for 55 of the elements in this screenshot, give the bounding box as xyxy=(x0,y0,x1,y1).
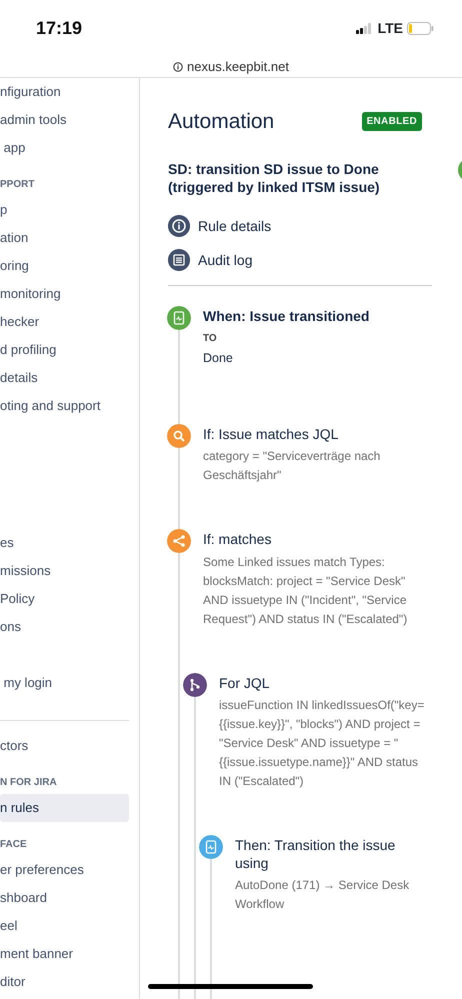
sidebar-item[interactable]: ons xyxy=(0,613,129,641)
section-heading: FACE xyxy=(0,838,28,852)
sidebar-item[interactable]: Policy xyxy=(0,585,129,613)
sidebar-item[interactable]: hecker xyxy=(0,308,129,336)
battery-icon xyxy=(407,22,434,34)
document-icon xyxy=(167,306,191,330)
sidebar-item[interactable]: ment banner xyxy=(0,940,129,968)
step-description: AutoDone (171) → Service Desk Workflow xyxy=(235,877,410,914)
section-heading: PPORT xyxy=(0,178,36,192)
sidebar-item[interactable]: d profiling xyxy=(0,336,129,364)
clock-time: 17:19 xyxy=(36,16,82,40)
network-type: LTE xyxy=(378,18,403,38)
sidebar-item[interactable]: ation xyxy=(0,224,129,252)
section-heading: N FOR JIRA xyxy=(0,776,58,790)
sidebar-item[interactable]: eel xyxy=(0,912,129,940)
rule-name: SD: transition SD issue to Done (triggered by linked ITSM issue) xyxy=(168,160,381,198)
sidebar-item[interactable]: oring xyxy=(0,252,129,280)
step-title: If: matches xyxy=(203,530,272,549)
page-title: Automation xyxy=(168,109,274,135)
info-icon xyxy=(168,215,190,238)
field-value: Done xyxy=(203,350,234,368)
sidebar-item[interactable]: details xyxy=(0,364,129,392)
step-title: Then: Transition the issue using xyxy=(235,836,396,872)
sidebar-item[interactable]: app xyxy=(0,134,129,162)
field-label: TO xyxy=(203,332,218,346)
signal-icon xyxy=(356,22,374,34)
list-icon xyxy=(168,249,190,272)
sidebar-item[interactable]: shboard xyxy=(0,884,129,912)
sidebar-item[interactable]: monitoring xyxy=(0,280,129,308)
sidebar-item[interactable]: p xyxy=(0,196,129,224)
sidebar-item[interactable]: es xyxy=(0,529,129,557)
sidebar-item[interactable]: oting and support xyxy=(0,392,129,420)
audit-log-link[interactable]: Audit log xyxy=(168,247,432,274)
rule-details-link[interactable]: Rule details xyxy=(168,213,432,240)
status-badge: ENABLED xyxy=(362,112,422,132)
search-icon xyxy=(167,424,191,448)
document-icon xyxy=(199,834,223,859)
step-description: Some Linked issues match Types: blocksMatch: project = "Service Desk" AND issuetype IN ("Incident", "Service Request") AND status IN ("Escalated") xyxy=(203,554,408,628)
step-title: For JQL xyxy=(219,674,271,692)
sidebar-item[interactable]: ctors xyxy=(0,732,129,760)
step-title: If: Issue matches JQL xyxy=(203,425,340,444)
sidebar-item[interactable]: nfiguration xyxy=(0,78,129,106)
sidebar-item[interactable]: admin tools xyxy=(0,106,129,134)
url-text: nexus.keepbit.net xyxy=(187,58,289,76)
sidebar-item[interactable]: er preferences xyxy=(0,856,129,884)
branch-icon xyxy=(183,672,207,697)
step-description: issueFunction IN linkedIssuesOf("key={{issue.key}}", "blocks") AND project = "Service Desk" AND issuetype = "{{issue.issuetype.name}}" AND status IN ("Escalated") xyxy=(219,696,426,790)
sidebar-item[interactable]: ditor xyxy=(0,968,129,996)
sidebar-item[interactable]: missions xyxy=(0,557,129,585)
info-icon xyxy=(173,62,184,72)
step-title: When: Issue transitioned xyxy=(203,307,370,326)
share-icon xyxy=(167,529,191,554)
sidebar-item[interactable]: n rules xyxy=(0,794,129,822)
step-description: category = "Serviceverträge nach Geschäftsjahr" xyxy=(203,448,382,484)
sidebar-item[interactable]: my login xyxy=(0,669,129,697)
